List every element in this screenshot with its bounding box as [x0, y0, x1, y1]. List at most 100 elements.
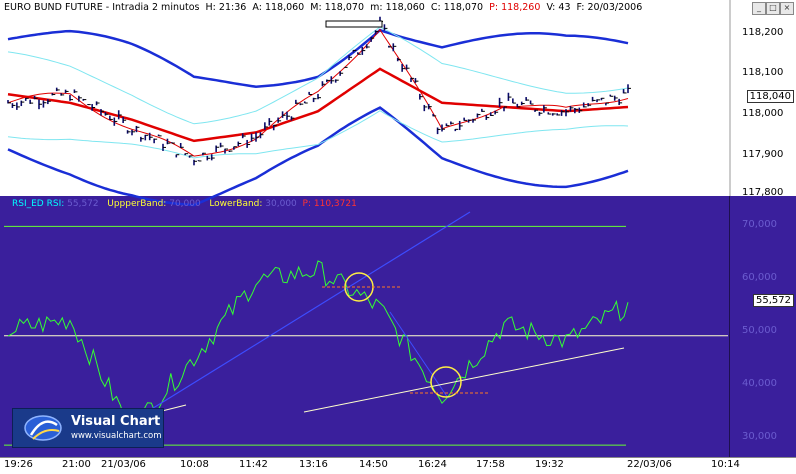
price-bar	[593, 97, 596, 102]
price-bar	[17, 102, 20, 109]
price-bar	[601, 98, 604, 100]
price-bar	[407, 65, 410, 70]
price-bar	[588, 103, 591, 106]
time-tick-11: 10:14	[711, 459, 740, 470]
price-bar	[495, 111, 498, 115]
price-bar	[309, 92, 312, 95]
price-tick-1: 118,100	[738, 67, 796, 78]
price-bar	[256, 132, 259, 141]
time-tick-2: 21/03/06	[101, 459, 146, 470]
price-bar	[30, 100, 33, 104]
price-bar	[615, 96, 618, 101]
price-bar	[438, 127, 441, 134]
time-tick-5: 13:16	[299, 459, 328, 470]
price-bar	[57, 88, 60, 91]
rsi-trendline-up	[150, 212, 470, 410]
price-bar	[522, 102, 525, 105]
rsi-tick-1: 60,000	[738, 272, 796, 283]
price-bar	[464, 118, 467, 121]
chart-window: EURO BUND FUTURE - Intradia 2 minutos H:…	[0, 0, 796, 473]
high-marker	[326, 21, 382, 27]
price-bar	[274, 125, 277, 130]
time-tick-6: 14:50	[359, 459, 388, 470]
price-bar	[318, 94, 321, 99]
rsi-header: RSI_ED RSI: 55,572 UppperBand: 70,000 Lo…	[12, 199, 357, 209]
price-bar	[185, 153, 188, 155]
chart-plot	[0, 0, 796, 473]
price-bar	[517, 104, 520, 107]
price-bar	[526, 97, 529, 101]
time-tick-9: 19:32	[535, 459, 564, 470]
price-bar	[172, 142, 175, 143]
logo-icon	[21, 413, 65, 443]
price-bar	[300, 103, 303, 105]
price-tick-2: 118,000	[738, 108, 796, 119]
price-bar	[150, 133, 153, 140]
price-bar	[12, 103, 15, 108]
time-tick-8: 17:58	[476, 459, 505, 470]
mi-value: 118,060	[386, 2, 425, 13]
price-bar	[597, 99, 600, 102]
price-bar	[340, 71, 343, 76]
price-bar	[114, 118, 117, 126]
c-value: 118,070	[444, 2, 483, 13]
upper-value: 70,000	[169, 199, 201, 209]
price-bar	[247, 140, 250, 148]
price-bar	[221, 143, 224, 148]
price-bar	[624, 89, 627, 93]
rsi-current-tag: 55,572	[753, 294, 794, 307]
price-bar	[296, 100, 299, 104]
rsi-p-value: 110,3721	[314, 199, 357, 209]
price-bar	[455, 129, 458, 131]
price-bar	[415, 78, 418, 83]
price-bar	[451, 122, 454, 125]
a-value: 118,060	[265, 2, 304, 13]
price-bar	[216, 146, 219, 152]
price-bar	[128, 130, 131, 133]
time-tick-4: 11:42	[239, 459, 268, 470]
price-bar	[531, 100, 534, 104]
price-bar	[21, 101, 24, 106]
maximize-icon[interactable]: □	[766, 2, 780, 15]
price-bar	[176, 155, 179, 158]
price-bar	[606, 103, 609, 105]
price-bar	[424, 105, 427, 111]
rsi-value: 55,572	[67, 199, 99, 209]
v-value: 43	[558, 2, 570, 13]
rsi-tick-3: 40,000	[738, 378, 796, 389]
price-bar	[469, 119, 472, 122]
f-value: 20/03/2006	[588, 2, 643, 13]
price-bar	[482, 109, 485, 112]
price-bar	[110, 116, 113, 120]
time-tick-10: 22/03/06	[627, 459, 672, 470]
price-current-tag: 118,040	[747, 90, 794, 103]
price-bar	[305, 101, 308, 103]
price-bar	[513, 98, 516, 103]
price-bar	[287, 112, 290, 120]
price-bar	[446, 123, 449, 126]
price-bar	[66, 90, 69, 94]
close-icon[interactable]: ×	[780, 2, 794, 15]
price-bar	[628, 84, 631, 93]
rsi-tick-2: 50,000	[738, 325, 796, 336]
price-bar	[371, 37, 374, 42]
lower-value: 30,000	[265, 199, 297, 209]
support-line-right	[304, 348, 624, 412]
fast-average-line	[8, 30, 628, 156]
h-value: 21:36	[219, 2, 246, 13]
price-bar	[539, 112, 542, 116]
price-bar	[194, 160, 197, 166]
time-tick-1: 21:00	[62, 459, 91, 470]
price-bar	[557, 113, 560, 115]
instrument-title: EURO BUND FUTURE - Intradia 2 minutos	[4, 2, 199, 13]
price-bar	[74, 89, 77, 93]
price-bar	[207, 156, 210, 161]
price-bar	[579, 108, 582, 113]
price-bar	[39, 99, 42, 109]
price-bar	[26, 98, 29, 101]
time-tick-3: 10:08	[180, 459, 209, 470]
price-bar	[336, 79, 339, 82]
m-value: 118,070	[325, 2, 364, 13]
price-bar	[132, 130, 135, 135]
minimize-icon[interactable]: _	[752, 2, 766, 15]
